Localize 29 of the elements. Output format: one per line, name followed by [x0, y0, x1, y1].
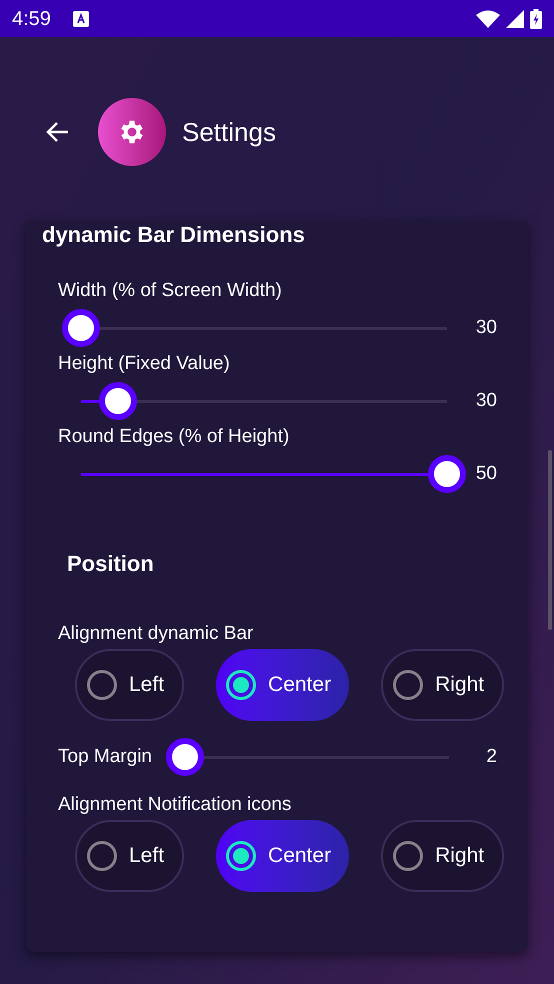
- slider-thumb[interactable]: [98, 382, 137, 420]
- radio-option[interactable]: Left: [75, 649, 184, 721]
- group-label: Alignment Notification icons: [58, 793, 292, 817]
- group-label: Alignment dynamic Bar: [58, 622, 254, 646]
- slider-thumb[interactable]: [428, 455, 466, 493]
- slider-thumb[interactable]: [62, 309, 100, 347]
- battery-icon: [530, 8, 542, 28]
- radio-option[interactable]: Left: [75, 820, 184, 892]
- section-heading: dynamic Bar Dimensions: [42, 221, 305, 249]
- radio-option[interactable]: Right: [381, 649, 504, 721]
- status-time: 4:59: [12, 6, 51, 32]
- wifi-icon: [476, 10, 500, 28]
- slider-label: Round Edges (% of Height): [58, 425, 290, 449]
- slider-label: Top Margin: [58, 744, 152, 769]
- slider-label: Width (% of Screen Width): [58, 279, 282, 303]
- radio-option[interactable]: Center: [216, 649, 350, 721]
- slider-thumb[interactable]: [166, 738, 204, 776]
- page-title: Settings: [182, 116, 276, 148]
- slider-value: 2: [486, 744, 497, 769]
- section-heading: Position: [67, 550, 154, 578]
- radio-option[interactable]: Right: [381, 820, 504, 892]
- notification-icon: [72, 10, 89, 26]
- back-arrow-icon[interactable]: [45, 121, 69, 143]
- radio-option[interactable]: Center: [216, 820, 350, 892]
- signal-icon: [506, 10, 524, 28]
- slider-label: Height (Fixed Value): [58, 352, 230, 376]
- slider-value: 30: [476, 316, 497, 340]
- slider-value: 30: [476, 388, 497, 413]
- slider-value: 50: [476, 462, 497, 486]
